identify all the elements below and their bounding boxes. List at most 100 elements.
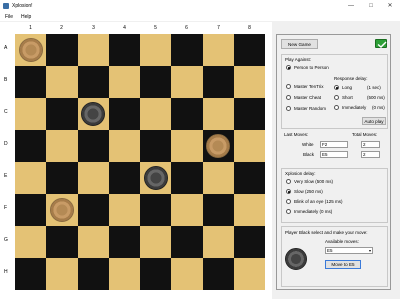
square-a6[interactable] [171, 34, 203, 66]
total-moves-label: Total Moves: [352, 132, 378, 137]
minimize-button[interactable]: — [346, 2, 356, 10]
chevron-down-icon[interactable]: ▾ [369, 248, 371, 254]
square-d6[interactable] [171, 130, 203, 162]
square-g5[interactable] [140, 226, 172, 258]
column-label: 1 [29, 25, 32, 31]
square-f2[interactable] [46, 194, 78, 226]
square-d7[interactable] [202, 130, 234, 162]
square-g4[interactable] [108, 226, 140, 258]
square-d4[interactable] [108, 130, 140, 162]
square-f5[interactable] [140, 194, 172, 226]
confirm-icon[interactable] [375, 39, 387, 48]
square-h2[interactable] [46, 258, 78, 290]
black-last-move-field[interactable]: E5 [320, 151, 348, 158]
slow-radio[interactable] [286, 189, 291, 194]
row-label: A [4, 45, 8, 51]
immediately-radio[interactable] [334, 105, 339, 110]
square-e1[interactable] [15, 162, 47, 194]
square-h8[interactable] [233, 258, 265, 290]
square-c6[interactable] [171, 98, 203, 130]
square-e2[interactable] [46, 162, 78, 194]
square-h3[interactable] [77, 258, 109, 290]
square-b1[interactable] [15, 66, 47, 98]
square-a7[interactable] [202, 34, 234, 66]
square-b5[interactable] [140, 66, 172, 98]
square-d1[interactable] [15, 130, 47, 162]
square-h1[interactable] [15, 258, 47, 290]
square-e3[interactable] [77, 162, 109, 194]
square-f8[interactable] [233, 194, 265, 226]
square-c1[interactable] [15, 98, 47, 130]
square-f3[interactable] [77, 194, 109, 226]
square-a3[interactable] [77, 34, 109, 66]
square-b8[interactable] [233, 66, 265, 98]
long-radio[interactable] [334, 85, 339, 90]
square-g8[interactable] [233, 226, 265, 258]
master-cheat-radio[interactable] [286, 95, 291, 100]
blink-radio[interactable] [286, 199, 291, 204]
square-f7[interactable] [202, 194, 234, 226]
square-c3[interactable] [77, 98, 109, 130]
square-c8[interactable] [233, 98, 265, 130]
square-d5[interactable] [140, 130, 172, 162]
square-f6[interactable] [171, 194, 203, 226]
square-g2[interactable] [46, 226, 78, 258]
master-random-radio[interactable] [286, 106, 291, 111]
square-c7[interactable] [202, 98, 234, 130]
very-slow-radio[interactable] [286, 179, 291, 184]
immediately-xplosion-radio[interactable] [286, 209, 291, 214]
square-g7[interactable] [202, 226, 234, 258]
square-h5[interactable] [140, 258, 172, 290]
gray-piece[interactable] [143, 166, 168, 190]
square-d3[interactable] [77, 130, 109, 162]
tan-piece[interactable] [18, 38, 43, 62]
master-tentrix-radio[interactable] [286, 84, 291, 89]
square-a4[interactable] [108, 34, 140, 66]
square-e4[interactable] [108, 162, 140, 194]
square-b2[interactable] [46, 66, 78, 98]
square-e6[interactable] [171, 162, 203, 194]
square-c4[interactable] [108, 98, 140, 130]
square-b3[interactable] [77, 66, 109, 98]
square-a8[interactable] [233, 34, 265, 66]
black-total-moves-field[interactable]: 2 [361, 151, 380, 158]
person-to-person-radio[interactable] [286, 65, 291, 70]
square-a1[interactable] [15, 34, 47, 66]
square-b7[interactable] [202, 66, 234, 98]
square-d8[interactable] [233, 130, 265, 162]
square-a2[interactable] [46, 34, 78, 66]
maximize-button[interactable]: □ [366, 2, 376, 10]
square-g1[interactable] [15, 226, 47, 258]
square-a5[interactable] [140, 34, 172, 66]
tan-piece[interactable] [49, 198, 74, 222]
row-label: C [4, 109, 8, 115]
tan-piece[interactable] [206, 134, 231, 158]
square-f4[interactable] [108, 194, 140, 226]
square-b4[interactable] [108, 66, 140, 98]
black-label: Black [303, 152, 315, 157]
square-h7[interactable] [202, 258, 234, 290]
square-e7[interactable] [202, 162, 234, 194]
available-moves-select[interactable]: E5 ▾ [325, 247, 373, 254]
square-g6[interactable] [171, 226, 203, 258]
square-f1[interactable] [15, 194, 47, 226]
square-c5[interactable] [140, 98, 172, 130]
new-game-button[interactable]: New Game [281, 39, 318, 49]
square-d2[interactable] [46, 130, 78, 162]
square-h6[interactable] [171, 258, 203, 290]
menu-file[interactable]: File [5, 14, 13, 20]
square-e8[interactable] [233, 162, 265, 194]
close-button[interactable]: ✕ [385, 2, 395, 10]
white-total-moves-field[interactable]: 2 [361, 141, 380, 148]
auto-play-button[interactable]: Auto play [362, 117, 386, 125]
menu-help[interactable]: Help [21, 14, 31, 20]
short-radio[interactable] [334, 95, 339, 100]
move-button[interactable]: Move to E5 [325, 260, 361, 269]
gray-piece[interactable] [81, 102, 106, 126]
square-e5[interactable] [140, 162, 172, 194]
square-h4[interactable] [108, 258, 140, 290]
square-b6[interactable] [171, 66, 203, 98]
square-c2[interactable] [46, 98, 78, 130]
square-g3[interactable] [77, 226, 109, 258]
white-last-move-field[interactable]: F2 [320, 141, 348, 148]
